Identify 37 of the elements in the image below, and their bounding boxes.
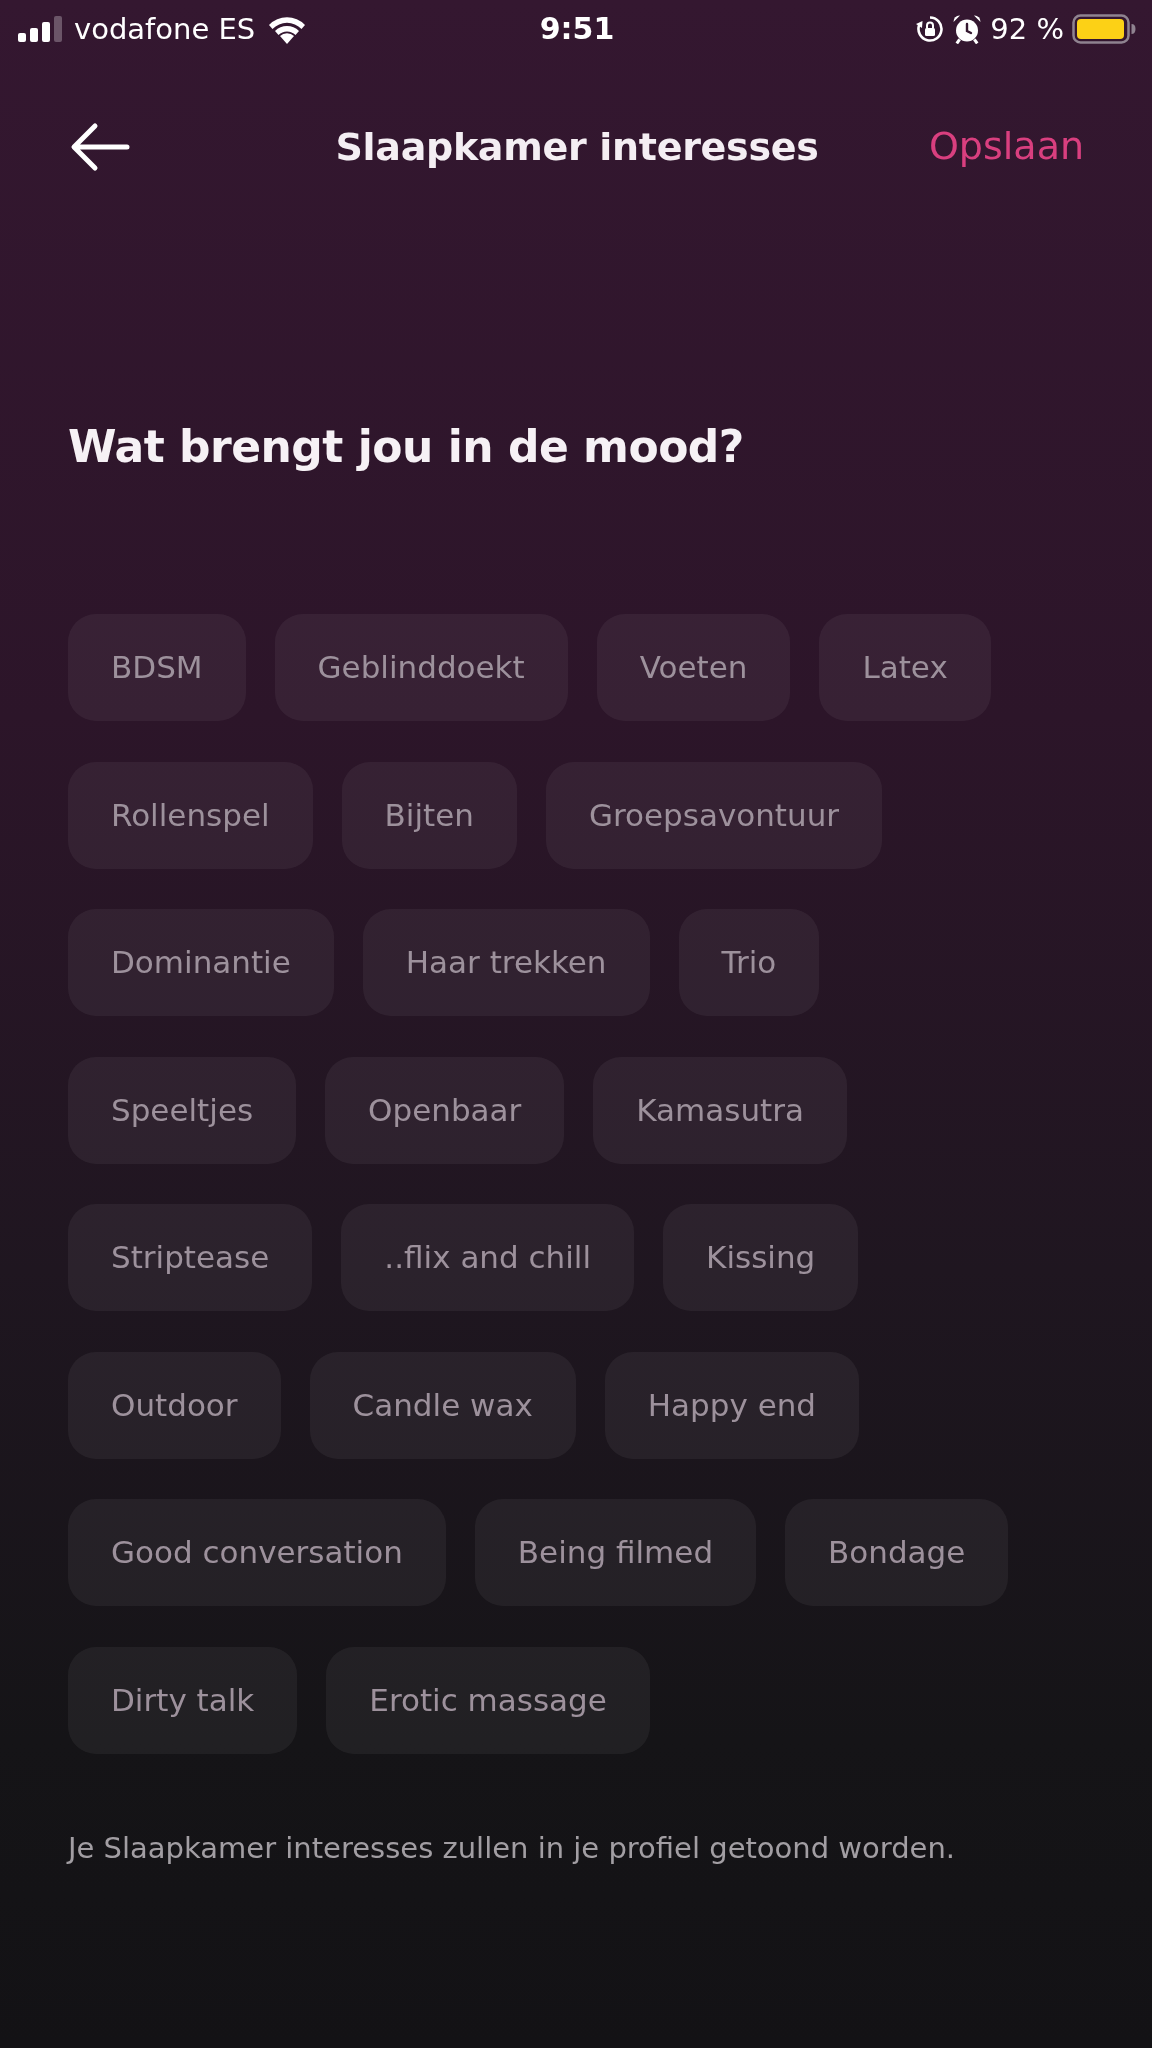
back-arrow-icon[interactable] [70, 122, 130, 172]
battery-icon [1072, 14, 1136, 44]
question-heading: Wat brengt jou in de mood? [68, 420, 744, 474]
interest-chip[interactable]: Voeten [596, 614, 791, 721]
interest-chip[interactable]: BDSM [68, 614, 246, 721]
interest-chip[interactable]: Bondage [785, 1499, 1009, 1606]
battery-percentage: 92 % [990, 14, 1064, 44]
signal-icon [18, 16, 62, 42]
interest-chip[interactable]: Erotic massage [326, 1646, 650, 1754]
interest-chip[interactable]: Latex [819, 614, 991, 721]
interest-chip[interactable]: Happy end [604, 1351, 860, 1459]
page-title: Slaapkamer interesses [335, 123, 819, 171]
save-button[interactable]: Opslaan [928, 124, 1084, 170]
interest-chip[interactable]: Rollenspel [68, 761, 313, 869]
interest-chip[interactable]: Speeltjes [68, 1056, 297, 1164]
interest-chip[interactable]: Good conversation [68, 1499, 446, 1606]
interest-chip[interactable]: Kamasutra [593, 1056, 847, 1164]
interest-chip[interactable]: Dominantie [68, 909, 334, 1016]
clock-time: 9:51 [539, 14, 615, 44]
interest-chip[interactable]: Geblinddoekt [274, 614, 568, 721]
interest-chip[interactable]: Haar trekken [362, 909, 650, 1016]
alarm-clock-icon [952, 14, 983, 44]
interest-chip[interactable]: Trio [678, 909, 820, 1016]
interest-chip[interactable]: Outdoor [68, 1351, 281, 1459]
profile-note: Je Slaapkamer interesses zullen in je profiel getoond worden. [68, 1829, 956, 1866]
wifi-icon [267, 14, 308, 44]
interest-chip[interactable]: Being filmed [474, 1499, 757, 1606]
carrier-name: vodafone ES [74, 14, 256, 44]
interest-chip[interactable]: Kissing [663, 1204, 859, 1311]
interest-chip[interactable]: Bijten [341, 761, 517, 869]
interest-chip[interactable]: Candle wax [309, 1351, 576, 1459]
interest-chip[interactable]: ..flix and chill [341, 1204, 635, 1311]
interest-chip[interactable]: Openbaar [325, 1056, 565, 1164]
interest-chip[interactable]: Groepsavontuur [545, 761, 883, 869]
interest-chip[interactable]: Striptease [68, 1204, 313, 1311]
rotation-lock-icon [916, 15, 945, 43]
interest-chip[interactable]: Dirty talk [68, 1646, 298, 1754]
